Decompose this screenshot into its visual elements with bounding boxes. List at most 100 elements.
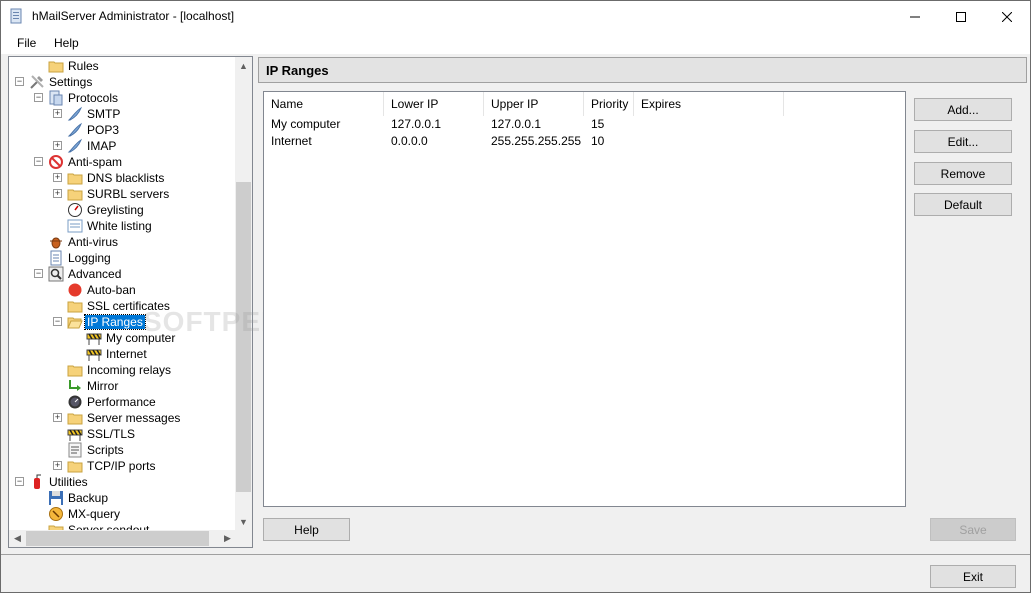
tree-item-label: DNS blacklists	[87, 171, 165, 185]
tree-item-internet[interactable]: Internet	[9, 346, 236, 362]
tree-item-mirror[interactable]: Mirror	[9, 378, 236, 394]
expand-icon[interactable]: +	[53, 189, 62, 198]
tree-item-mxquery[interactable]: MX-query	[9, 506, 236, 522]
add-button[interactable]: Add...	[914, 98, 1012, 121]
barrier-icon	[67, 426, 83, 442]
menu-help[interactable]: Help	[54, 36, 79, 50]
default-button[interactable]: Default	[914, 193, 1012, 216]
collapse-icon[interactable]: −	[53, 317, 62, 326]
folder-icon	[67, 362, 83, 378]
tree-item-utilities[interactable]: − Utilities	[9, 474, 236, 490]
close-icon	[1002, 11, 1012, 22]
tree-horizontal-scrollbar[interactable]: ◀ ▶	[9, 530, 236, 547]
tree-content: Rules − Settings − Protocols + SMTP POP3 + IMAP − A…	[9, 57, 236, 530]
close-button[interactable]	[984, 1, 1030, 32]
expand-icon[interactable]: +	[53, 173, 62, 182]
remove-button[interactable]: Remove	[914, 162, 1012, 185]
column-header-lower-ip[interactable]: Lower IP	[384, 92, 484, 116]
tree-item-serversendout[interactable]: Server sendout	[9, 522, 236, 530]
tree-item-rules[interactable]: Rules	[9, 58, 236, 74]
tree-item-ssltls[interactable]: SSL/TLS	[9, 426, 236, 442]
expand-icon[interactable]: +	[53, 413, 62, 422]
tree-item-label: Greylisting	[87, 203, 144, 217]
edit-button[interactable]: Edit...	[914, 130, 1012, 153]
collapse-icon[interactable]: −	[34, 157, 43, 166]
tree-item-surbl[interactable]: + SURBL servers	[9, 186, 236, 202]
tree-item-label: Rules	[68, 59, 99, 73]
tree-item-label: Settings	[49, 75, 93, 89]
tree-item-label: Scripts	[87, 443, 124, 457]
menu-file[interactable]: File	[17, 36, 36, 50]
navigation-tree[interactable]: Rules − Settings − Protocols + SMTP POP3 + IMAP − A…	[8, 56, 253, 548]
magnifier-icon	[48, 266, 64, 282]
tree-item-advanced[interactable]: − Advanced	[9, 266, 236, 282]
maximize-button[interactable]	[938, 1, 984, 32]
scroll-up-icon[interactable]: ▲	[235, 57, 252, 74]
maximize-icon	[956, 11, 966, 22]
collapse-icon[interactable]: −	[34, 269, 43, 278]
script-icon	[67, 442, 83, 458]
title-bar: hMailServer Administrator - [localhost]	[1, 1, 1030, 32]
tree-item-imap[interactable]: + IMAP	[9, 138, 236, 154]
gauge-icon	[67, 202, 83, 218]
collapse-icon[interactable]: −	[15, 477, 24, 486]
column-header-priority[interactable]: Priority	[584, 92, 634, 116]
tree-item-settings[interactable]: − Settings	[9, 74, 236, 90]
tree-item-label: IP Ranges	[84, 314, 146, 330]
column-header-name[interactable]: Name	[264, 92, 384, 116]
tree-item-scripts[interactable]: Scripts	[9, 442, 236, 458]
help-button[interactable]: Help	[263, 518, 350, 541]
scroll-down-icon[interactable]: ▼	[235, 513, 252, 530]
tree-item-label: Protocols	[68, 91, 119, 105]
folder-icon	[48, 58, 64, 74]
tree-item-antispam[interactable]: − Anti-spam	[9, 154, 236, 170]
tree-item-label: SMTP	[87, 107, 121, 121]
tree-item-label: SURBL servers	[87, 187, 170, 201]
minimize-button[interactable]	[892, 1, 938, 32]
panel-header: IP Ranges	[258, 57, 1027, 83]
protocols-icon	[48, 90, 64, 106]
tree-item-label: SSL/TLS	[87, 427, 136, 441]
tree-item-protocols[interactable]: − Protocols	[9, 90, 236, 106]
collapse-icon[interactable]: −	[15, 77, 24, 86]
arrows-icon	[67, 378, 83, 394]
folder-icon	[67, 410, 83, 426]
tree-item-label: POP3	[87, 123, 120, 137]
menu-bar: File Help	[1, 32, 1030, 54]
tree-item-pop3[interactable]: POP3	[9, 122, 236, 138]
footer-divider	[1, 554, 1030, 555]
scroll-right-icon[interactable]: ▶	[219, 530, 236, 547]
tree-item-label: TCP/IP ports	[87, 459, 156, 473]
tree-item-white[interactable]: White listing	[9, 218, 236, 234]
ip-ranges-list[interactable]: Name Lower IP Upper IP Priority Expires …	[263, 91, 906, 507]
scroll-left-icon[interactable]: ◀	[9, 530, 26, 547]
folder-icon	[67, 458, 83, 474]
tools-icon	[29, 74, 45, 90]
tree-item-servermsg[interactable]: + Server messages	[9, 410, 236, 426]
fire-extinguisher-icon	[29, 474, 45, 490]
expand-icon[interactable]: +	[53, 461, 62, 470]
tree-item-smtp[interactable]: + SMTP	[9, 106, 236, 122]
tree-item-incoming[interactable]: Incoming relays	[9, 362, 236, 378]
app-window: hMailServer Administrator - [localhost] …	[0, 0, 1031, 593]
tree-item-label: Server messages	[87, 411, 181, 425]
exit-button[interactable]: Exit	[930, 565, 1016, 588]
column-header-expires[interactable]: Expires	[634, 92, 784, 116]
tree-item-logging[interactable]: Logging	[9, 250, 236, 266]
tree-item-dns[interactable]: + DNS blacklists	[9, 170, 236, 186]
expand-icon[interactable]: +	[53, 141, 62, 150]
folder-icon	[67, 298, 83, 314]
collapse-icon[interactable]: −	[34, 93, 43, 102]
tree-item-grey[interactable]: Greylisting	[9, 202, 236, 218]
tree-item-backup[interactable]: Backup	[9, 490, 236, 506]
tree-item-label: White listing	[87, 219, 152, 233]
tree-item-autoban[interactable]: Auto-ban	[9, 282, 236, 298]
save-button[interactable]: Save	[930, 518, 1016, 541]
tree-item-performance[interactable]: Performance	[9, 394, 236, 410]
tree-vertical-scrollbar[interactable]: ▲ ▼	[235, 57, 252, 530]
tree-horizontal-scroll-thumb[interactable]	[26, 531, 209, 546]
tree-item-antivirus[interactable]: Anti-virus	[9, 234, 236, 250]
expand-icon[interactable]: +	[53, 109, 62, 118]
tree-item-tcpip[interactable]: + TCP/IP ports	[9, 458, 236, 474]
column-header-upper-ip[interactable]: Upper IP	[484, 92, 584, 116]
